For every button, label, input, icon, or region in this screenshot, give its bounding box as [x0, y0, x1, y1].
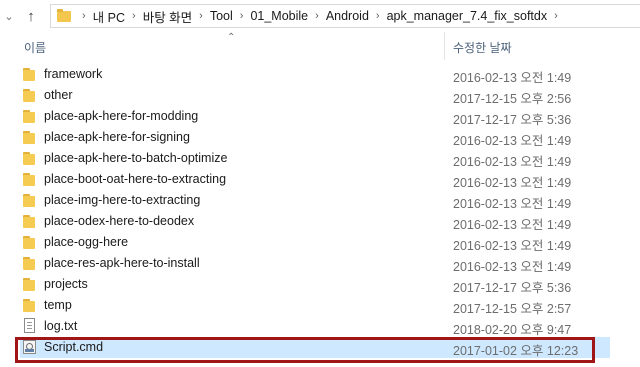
breadcrumb-item[interactable]: 내 PC: [93, 7, 125, 26]
chevron-right-icon[interactable]: ›: [376, 10, 380, 22]
file-name: place-apk-here-for-modding: [44, 109, 199, 123]
file-date-modified: 2017-12-15 오후 2:57: [453, 302, 572, 316]
folder-row[interactable]: place-res-apk-here-to-install 2016-02-13 …: [20, 253, 610, 274]
chevron-right-icon[interactable]: ›: [82, 10, 86, 22]
file-date-modified: 2017-12-17 오후 5:36: [453, 113, 572, 127]
breadcrumb-item[interactable]: Tool: [210, 9, 233, 23]
folder-row[interactable]: place-ogg-here 2016-02-13 오전 1:49: [20, 232, 610, 253]
folder-icon: [23, 173, 39, 186]
column-divider[interactable]: [444, 32, 445, 60]
column-header-date-modified[interactable]: 수정한 날짜: [453, 39, 512, 56]
folder-row[interactable]: temp 2017-12-15 오후 2:57: [20, 295, 610, 316]
file-name: place-ogg-here: [44, 235, 129, 249]
file-date-modified: 2017-12-17 오후 5:36: [453, 281, 572, 295]
file-date-modified: 2016-02-13 오전 1:49: [453, 239, 572, 253]
chevron-right-icon[interactable]: ›: [132, 10, 136, 22]
folder-row[interactable]: other 2017-12-15 오후 2:56: [20, 85, 610, 106]
chevron-right-icon[interactable]: ›: [199, 10, 203, 22]
folder-row[interactable]: place-apk-here-for-signing 2016-02-13 오전 …: [20, 127, 610, 148]
folder-icon: [23, 299, 39, 312]
column-header-row: ⌃ 이름 수정한 날짜: [0, 32, 640, 60]
file-date-modified: 2016-02-13 오전 1:49: [453, 260, 572, 274]
breadcrumb-item[interactable]: apk_manager_7.4_fix_softdx: [387, 9, 548, 23]
file-date-modified: 2017-01-02 오후 12:23: [453, 344, 579, 358]
recent-locations-chevron-icon[interactable]: ⌄: [0, 5, 18, 27]
file-name: place-apk-here-for-signing: [44, 130, 190, 144]
file-name: framework: [44, 67, 103, 81]
script-file-icon: [23, 340, 36, 354]
file-date-modified: 2016-02-13 오전 1:49: [453, 134, 572, 148]
folder-icon: [23, 257, 39, 270]
folder-icon: [23, 236, 39, 249]
file-name: place-apk-here-to-batch-optimize: [44, 151, 228, 165]
file-name: place-res-apk-here-to-install: [44, 256, 200, 270]
folder-icon: [57, 8, 71, 22]
chevron-right-icon[interactable]: ›: [554, 10, 558, 22]
column-header-name[interactable]: 이름: [24, 39, 46, 56]
file-name: Script.cmd: [44, 340, 104, 354]
file-name: temp: [44, 298, 72, 312]
folder-icon: [23, 89, 39, 102]
file-name: place-img-here-to-extracting: [44, 193, 201, 207]
folder-row[interactable]: projects 2017-12-17 오후 5:36: [20, 274, 610, 295]
address-row: ⌄ ↑ › 내 PC › 바탕 화면 › Tool › 01_Mobile › …: [0, 0, 640, 32]
file-date-modified: 2016-02-13 오전 1:49: [453, 218, 572, 232]
folder-row[interactable]: place-apk-here-for-modding 2017-12-17 오후 …: [20, 106, 610, 127]
file-date-modified: 2016-02-13 오전 1:49: [453, 176, 572, 190]
file-name: place-odex-here-to-deodex: [44, 214, 195, 228]
file-row[interactable]: log.txt 2018-02-20 오후 9:47: [20, 316, 610, 337]
file-date-modified: 2016-02-13 오전 1:49: [453, 197, 572, 211]
folder-row[interactable]: place-boot-oat-here-to-extracting 2016-02…: [20, 169, 610, 190]
folder-icon: [23, 110, 39, 123]
file-date-modified: 2017-12-15 오후 2:56: [453, 92, 572, 106]
sort-ascending-icon: ⌃: [227, 32, 236, 43]
folder-row[interactable]: place-odex-here-to-deodex 2016-02-13 오전 1…: [20, 211, 610, 232]
folder-icon: [23, 68, 39, 81]
file-date-modified: 2018-02-20 오후 9:47: [453, 323, 572, 337]
file-date-modified: 2016-02-13 오전 1:49: [453, 71, 572, 85]
address-bar[interactable]: › 내 PC › 바탕 화면 › Tool › 01_Mobile › Andr…: [50, 4, 640, 28]
text-file-icon: [24, 318, 35, 333]
file-name: place-boot-oat-here-to-extracting: [44, 172, 227, 186]
breadcrumb-item[interactable]: 01_Mobile: [250, 9, 308, 23]
chevron-right-icon[interactable]: ›: [240, 10, 244, 22]
folder-icon: [23, 194, 39, 207]
folder-row[interactable]: place-apk-here-to-batch-optimize 2016-02-…: [20, 148, 610, 169]
file-name: other: [44, 88, 73, 102]
chevron-right-icon[interactable]: ›: [315, 10, 319, 22]
folder-row[interactable]: framework 2016-02-13 오전 1:49: [20, 64, 610, 85]
file-row[interactable]: Script.cmd 2017-01-02 오후 12:23: [20, 337, 610, 358]
file-name: log.txt: [44, 319, 78, 333]
folder-icon: [23, 215, 39, 228]
folder-icon: [23, 131, 39, 144]
folder-icon: [23, 278, 39, 291]
file-date-modified: 2016-02-13 오전 1:49: [453, 155, 572, 169]
breadcrumb-item[interactable]: Android: [326, 9, 369, 23]
folder-row[interactable]: place-img-here-to-extracting 2016-02-13 오…: [20, 190, 610, 211]
file-name: projects: [44, 277, 88, 291]
folder-icon: [23, 152, 39, 165]
up-arrow-icon[interactable]: ↑: [20, 5, 42, 27]
breadcrumb-item[interactable]: 바탕 화면: [143, 7, 192, 26]
